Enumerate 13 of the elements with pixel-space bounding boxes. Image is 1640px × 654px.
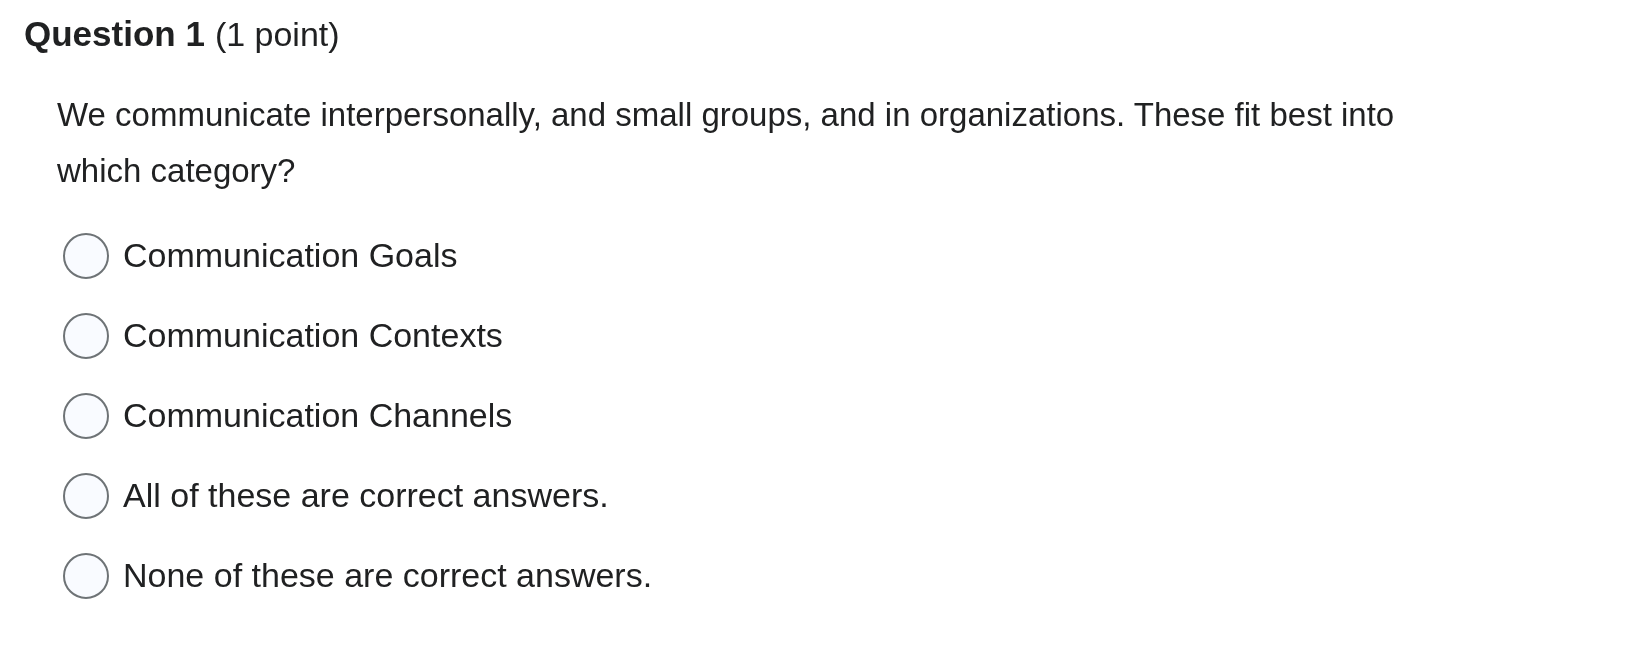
radio-button[interactable] [63,472,109,519]
option-label: Communication Channels [123,395,513,436]
option-label: Communication Goals [123,235,458,276]
question-title: Question 1 [24,13,205,55]
radio-button[interactable] [63,392,109,439]
option-label: Communication Contexts [123,315,503,356]
question-points: (1 point) [214,14,340,55]
option-label: None of these are correct answers. [123,555,653,596]
option-label: All of these are correct answers. [123,475,609,516]
radio-button[interactable] [63,552,109,599]
radio-button[interactable] [63,232,109,279]
radio-button[interactable] [63,312,109,359]
question-prompt: We communicate interpersonally, and small groups, and in organizations. These fit best into which category? [57,94,1396,191]
